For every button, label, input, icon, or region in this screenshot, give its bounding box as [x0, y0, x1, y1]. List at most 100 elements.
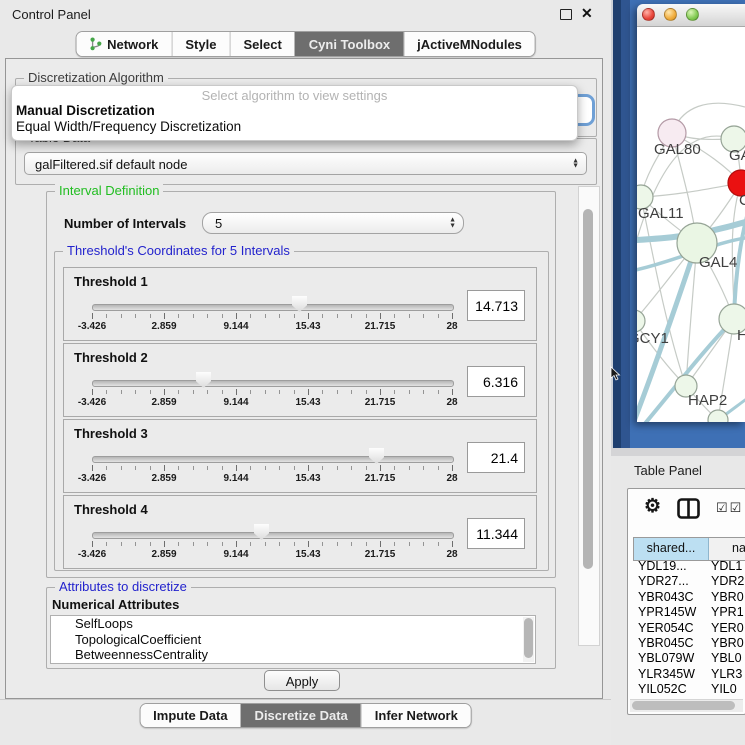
algorithm-hint: Select algorithm to view settings	[12, 88, 577, 103]
tick-mark	[106, 314, 107, 318]
algorithm-option-equal-width[interactable]: Equal Width/Frequency Discretization	[16, 119, 241, 134]
tick-mark	[438, 542, 439, 546]
threshold-value[interactable]: 6.316	[467, 366, 525, 397]
tick-mark	[178, 314, 179, 318]
column-header-name[interactable]: na	[709, 538, 745, 560]
table-horizontal-scrollbar-thumb[interactable]	[632, 701, 735, 710]
tick-label: 28	[446, 473, 457, 484]
tick-mark	[452, 541, 453, 547]
tick-mark	[409, 542, 410, 546]
table-row[interactable]: YDL19...YDL1	[633, 559, 745, 574]
tick-label: 15.43	[295, 473, 320, 484]
bottom-tab-impute-data[interactable]: Impute Data	[140, 704, 240, 727]
network-graph: GAL80GACGAL11GAL4GCY1HHAP2	[637, 27, 745, 422]
table-row[interactable]: YBR045CYBR0	[633, 636, 745, 651]
columns-icon[interactable]	[677, 498, 700, 519]
tab-network[interactable]: Network	[76, 32, 171, 56]
tick-label: 21.715	[365, 321, 396, 332]
tick-mark	[394, 314, 395, 318]
slider-track[interactable]	[92, 456, 454, 463]
content-scrollbar[interactable]	[578, 186, 600, 646]
algorithm-option-manual[interactable]: Manual Discretization	[16, 103, 155, 118]
tick-mark	[337, 466, 338, 470]
table-horizontal-scrollbar[interactable]	[630, 699, 743, 712]
cell-shared-name: YDL19...	[633, 559, 711, 574]
network-canvas[interactable]: GAL80GACGAL11GAL4GCY1HHAP2	[637, 27, 745, 422]
cell-shared-name: YPR145W	[633, 605, 711, 620]
tick-label: -3.426	[78, 397, 106, 408]
table-row[interactable]: YIL052CYIL0	[633, 682, 745, 697]
screen: Control Panel ✕ NetworkStyleSelectCyni T…	[0, 0, 745, 745]
tab-select-label: Select	[243, 37, 281, 52]
attribute-list-item[interactable]: SelfLoops	[51, 616, 535, 632]
zoom-traffic-light-icon[interactable]	[686, 8, 699, 21]
slider-track[interactable]	[92, 380, 454, 387]
bottom-tab-infer-network[interactable]: Infer Network	[361, 704, 471, 727]
table-data-select[interactable]: galFiltered.sif default node ▲▼	[24, 152, 587, 175]
tick-label: -3.426	[78, 549, 106, 560]
tab-cyni-toolbox[interactable]: Cyni Toolbox	[295, 32, 403, 56]
tick-mark	[380, 389, 381, 395]
table-body: YDL19...YDL1YDR27...YDR2YBR043CYBR0YPR14…	[633, 559, 745, 698]
numerical-attributes-list[interactable]: SelfLoopsTopologicalCoefficientBetweenne…	[50, 615, 536, 664]
tick-mark	[380, 313, 381, 319]
table-data-value: galFiltered.sif default node	[35, 157, 187, 172]
gear-icon[interactable]: ⚙	[644, 495, 661, 518]
apply-button[interactable]: Apply	[264, 670, 340, 691]
tick-mark	[308, 313, 309, 319]
tick-mark	[337, 542, 338, 546]
threshold-value[interactable]: 14.713	[467, 290, 525, 321]
tick-mark	[394, 466, 395, 470]
content-scrollbar-thumb[interactable]	[583, 209, 593, 569]
cell-name: YBR0	[711, 590, 745, 605]
tick-mark	[178, 542, 179, 546]
bottom-tab-impute-data-label: Impute Data	[153, 708, 227, 723]
network-node-label: GAL80	[654, 141, 701, 158]
tab-jactivemnodules[interactable]: jActiveMNodules	[403, 32, 535, 56]
column-header-shared-name[interactable]: shared...	[633, 538, 709, 560]
checkbox-icons[interactable]: ☑☑	[716, 500, 743, 516]
top-tab-bar: Network Style Select Cyni ToolboxjActiveMNo…	[75, 31, 536, 57]
tick-mark	[279, 314, 280, 318]
slider-track[interactable]	[92, 532, 454, 539]
close-traffic-light-icon[interactable]	[642, 8, 655, 21]
tick-mark	[423, 542, 424, 546]
tick-mark	[164, 541, 165, 547]
tick-mark	[294, 390, 295, 394]
network-node[interactable]	[708, 410, 728, 422]
thresholds-group: Threshold's Coordinates for 5 Intervals …	[54, 251, 549, 571]
table-row[interactable]: YLR345WYLR3	[633, 667, 745, 682]
tick-label: 2.859	[151, 321, 176, 332]
bottom-tab-discretize-data[interactable]: Discretize Data	[241, 704, 361, 727]
network-node-label: GA	[729, 147, 745, 164]
attributes-scrollbar-thumb[interactable]	[524, 618, 533, 658]
network-icon	[89, 36, 102, 52]
table-row[interactable]: YBL079WYBL0	[633, 651, 745, 666]
attribute-list-item[interactable]: BetweennessCentrality	[51, 647, 535, 663]
tab-network-label: Network	[107, 37, 158, 52]
tick-mark	[423, 466, 424, 470]
tab-select[interactable]: Select	[229, 32, 294, 56]
table-row[interactable]: YPR145WYPR1	[633, 605, 745, 620]
table-row[interactable]: YER054CYER0	[633, 621, 745, 636]
network-view-titlebar[interactable]	[637, 4, 745, 27]
threshold-value[interactable]: 21.4	[467, 442, 525, 473]
bottom-tab-discretize-data-label: Discretize Data	[255, 708, 348, 723]
number-of-intervals-spinner[interactable]: 5 ▲▼	[202, 212, 464, 234]
tick-label: 15.43	[295, 397, 320, 408]
threshold-value[interactable]: 11.344	[467, 518, 525, 549]
minimize-traffic-light-icon[interactable]	[664, 8, 677, 21]
tick-mark	[236, 313, 237, 319]
float-window-icon[interactable]	[560, 9, 572, 20]
network-node-gcy1[interactable]	[637, 310, 645, 332]
interval-definition-legend: Interval Definition	[55, 183, 163, 198]
attribute-list-item[interactable]: TopologicalCoefficient	[51, 632, 535, 648]
slider-tick-labels: -3.4262.8599.14415.4321.71528	[92, 321, 452, 333]
table-row[interactable]: YDR27...YDR2	[633, 574, 745, 589]
tab-style[interactable]: Style	[171, 32, 229, 56]
threshold-box: Threshold 1-3.4262.8599.14415.4321.71528…	[63, 267, 537, 341]
attributes-scrollbar[interactable]	[523, 617, 534, 662]
close-icon[interactable]: ✕	[581, 5, 593, 22]
slider-track[interactable]	[92, 304, 454, 311]
table-row[interactable]: YBR043CYBR0	[633, 590, 745, 605]
